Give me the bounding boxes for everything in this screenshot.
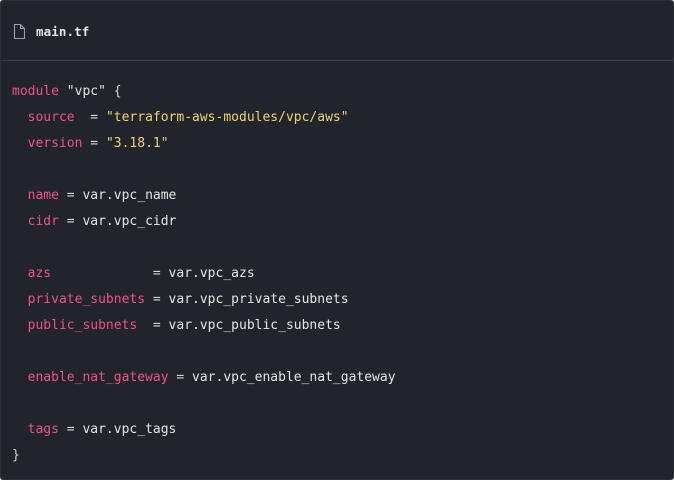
- attr-value: "3.18.1": [105, 136, 169, 151]
- code-line-name: name = var.vpc_name: [27, 188, 177, 203]
- code-line-private-subnets: private_subnets = var.vpc_private_subnet…: [27, 292, 349, 307]
- code-line-tags: tags = var.vpc_tags: [27, 422, 177, 437]
- attr-value: var.vpc_tags: [82, 422, 177, 437]
- code-line-source: source = "terraform-aws-modules/vpc/aws": [27, 110, 349, 125]
- attr-value: var.vpc_enable_nat_gateway: [192, 370, 396, 385]
- open-brace: {: [113, 84, 122, 99]
- code-block-header: main.tf: [1, 1, 673, 61]
- module-name: "vpc": [66, 84, 106, 99]
- attr-value: var.vpc_name: [82, 188, 177, 203]
- code-block: main.tf module "vpc" { source = "terrafo…: [0, 0, 674, 480]
- attr-key: source: [27, 110, 75, 125]
- code-line-enable-nat-gateway: enable_nat_gateway = var.vpc_enable_nat_…: [27, 370, 396, 385]
- attr-value: var.vpc_azs: [168, 266, 255, 281]
- code-line-module: module "vpc" {: [12, 79, 396, 105]
- file-icon: [13, 24, 25, 39]
- code-line-version: version = "3.18.1": [27, 136, 169, 151]
- attr-key: enable_nat_gateway: [27, 370, 169, 385]
- attr-value: var.vpc_private_subnets: [168, 292, 349, 307]
- code-content: module "vpc" { source = "terraform-aws-m…: [12, 79, 396, 469]
- attr-key: version: [27, 136, 83, 151]
- keyword-module: module: [12, 84, 59, 99]
- code-line-public-subnets: public_subnets = var.vpc_public_subnets: [27, 318, 341, 333]
- attr-key: azs: [27, 266, 52, 281]
- attr-value: var.vpc_public_subnets: [168, 318, 341, 333]
- code-line-close: }: [12, 443, 396, 469]
- code-line-azs: azs = var.vpc_azs: [27, 266, 255, 281]
- attr-key: cidr: [27, 214, 59, 229]
- file-name: main.tf: [36, 24, 90, 39]
- close-brace: }: [12, 448, 20, 463]
- code-line-cidr: cidr = var.vpc_cidr: [27, 214, 177, 229]
- attr-value: var.vpc_cidr: [82, 214, 177, 229]
- attr-key: public_subnets: [27, 318, 138, 333]
- attr-key: private_subnets: [27, 292, 146, 307]
- attr-key: tags: [27, 422, 59, 437]
- attr-value: "terraform-aws-modules/vpc/aws": [105, 110, 349, 125]
- attr-key: name: [27, 188, 59, 203]
